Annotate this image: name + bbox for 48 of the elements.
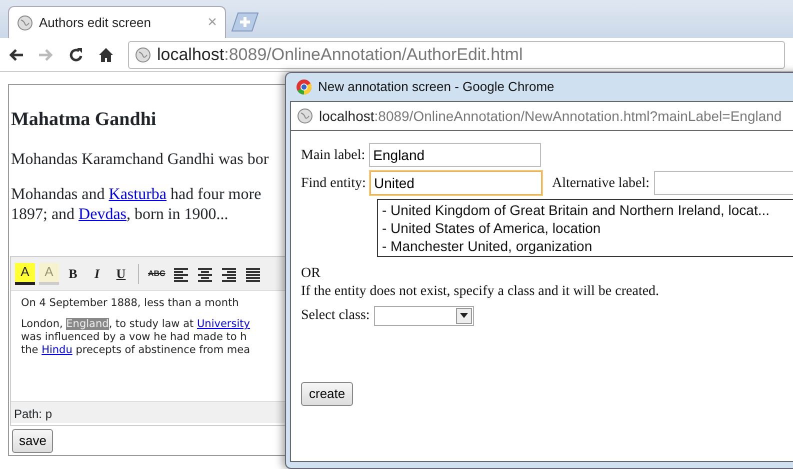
align-left-icon[interactable] xyxy=(174,266,188,282)
align-justify-icon[interactable] xyxy=(246,266,260,282)
bold-button[interactable]: B xyxy=(63,262,83,284)
link[interactable]: Kasturba xyxy=(108,186,167,203)
tab-title: Authors edit screen xyxy=(39,14,152,32)
field-label: Main label: xyxy=(301,146,366,164)
window-title: New annotation screen - Google Chrome xyxy=(318,78,554,96)
url-text: localhost:8089/OnlineAnnotation/NewAnnotation.html?mainLabel=England xyxy=(319,106,782,126)
or-text: OR xyxy=(301,265,322,283)
create-button[interactable]: create xyxy=(301,382,354,406)
main-label-field[interactable]: England xyxy=(369,143,542,167)
hint-text: If the entity does not exist, specify a class and it will be created. xyxy=(301,283,660,301)
class-select[interactable] xyxy=(374,306,474,326)
align-right-icon[interactable] xyxy=(222,266,236,282)
globe-icon xyxy=(135,46,151,62)
align-center-icon[interactable] xyxy=(198,266,212,282)
suggestion-item[interactable]: - United Kingdom of Great Britain and Northern Ireland, locat... xyxy=(382,201,792,219)
save-button[interactable]: save xyxy=(12,429,54,452)
strikethrough-button[interactable]: ABC xyxy=(146,262,168,284)
find-entity-field[interactable]: United xyxy=(370,171,542,195)
caret-icon xyxy=(460,313,468,318)
field-label: Find entity: xyxy=(301,174,366,192)
suggestion-item[interactable]: - United States of America, location xyxy=(382,219,792,237)
editor-paragraph: On 4 September 1888, less than a month xyxy=(21,297,240,310)
link[interactable]: Devdas xyxy=(78,206,127,223)
address-bar[interactable]: localhost:8089/OnlineAnnotation/NewAnnotation.html?mainLabel=England xyxy=(290,101,793,131)
url-text: localhost:8089/OnlineAnnotation/AuthorEdit.html xyxy=(157,44,523,66)
suggestion-item[interactable]: - Manchester United, organization xyxy=(382,237,792,255)
back-icon[interactable] xyxy=(8,46,24,62)
globe-icon xyxy=(17,14,33,30)
link[interactable]: University xyxy=(197,318,250,330)
page-heading: Mahatma Gandhi xyxy=(11,109,158,132)
field-label: Select class: xyxy=(301,307,370,325)
new-tab-icon[interactable] xyxy=(230,12,260,32)
text-color-button[interactable]: A xyxy=(15,262,35,284)
editor-paragraph: London, England, to study law at University was influenced by a vow he had made to h the Hindu precepts of abstinence from mea xyxy=(21,318,252,357)
browser-tab[interactable]: Authors edit screen × xyxy=(8,6,226,38)
home-icon[interactable] xyxy=(98,46,114,62)
alternative-label-field[interactable] xyxy=(654,171,793,195)
paragraph: Mohandas Karamchand Gandhi was bor xyxy=(11,150,270,170)
address-bar[interactable]: localhost:8089/OnlineAnnotation/AuthorEdit.html xyxy=(128,40,785,68)
italic-button[interactable]: I xyxy=(87,262,107,284)
chrome-logo-icon xyxy=(296,79,312,95)
field-label: Alternative label: xyxy=(552,174,650,192)
globe-icon xyxy=(297,108,313,124)
link[interactable]: Hindu xyxy=(42,344,72,356)
reload-icon[interactable] xyxy=(68,46,84,62)
underline-button[interactable]: U xyxy=(111,262,131,284)
